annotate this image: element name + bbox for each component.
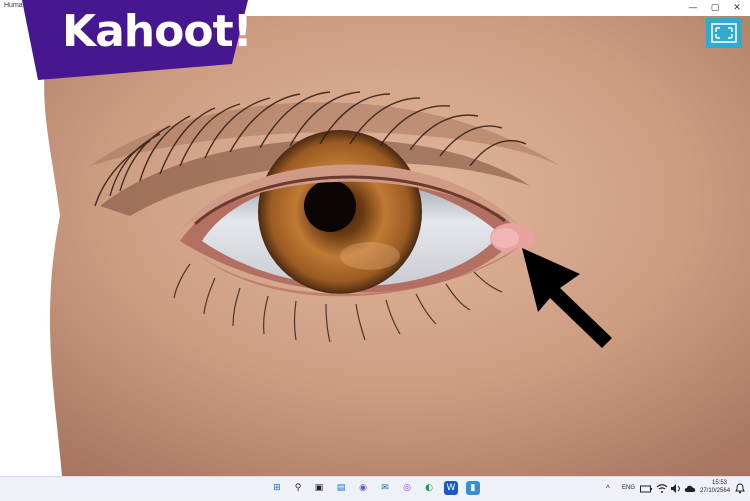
mail-app[interactable]: ✉: [378, 481, 392, 495]
windows-icon: ⊞: [273, 483, 281, 493]
eye-illustration: [0, 16, 750, 476]
close-icon: ✕: [733, 3, 741, 13]
volume-icon[interactable]: [670, 483, 682, 494]
active-app[interactable]: ▮: [466, 481, 480, 495]
eye-svg: [0, 16, 750, 476]
battery-icon[interactable]: [640, 484, 652, 494]
minimize-icon: —: [688, 3, 698, 13]
start-button[interactable]: ⊞: [270, 481, 284, 495]
widgets-icon: ▤: [336, 483, 346, 493]
chat-button[interactable]: ◉: [356, 481, 370, 495]
chat-icon: ◉: [359, 483, 367, 493]
search-icon: ⚲: [294, 483, 302, 493]
maximize-icon: ▢: [710, 3, 720, 13]
mail-icon: ✉: [381, 483, 389, 493]
cloud-icon[interactable]: [684, 483, 696, 494]
tray-chevron-icon[interactable]: ^: [606, 484, 610, 493]
search-button[interactable]: ⚲: [291, 481, 305, 495]
close-button[interactable]: ✕: [726, 0, 748, 16]
minimize-button[interactable]: —: [682, 0, 704, 16]
messenger-app[interactable]: ◎: [400, 481, 414, 495]
maximize-button[interactable]: ▢: [704, 0, 726, 16]
edge-app[interactable]: ◐: [422, 481, 436, 495]
kahoot-logo-text: Kahoot!: [62, 6, 253, 57]
fullscreen-icon: [711, 23, 737, 43]
task-view-icon: ▣: [314, 483, 324, 493]
clock-date[interactable]: 27/10/2564: [700, 488, 730, 494]
messenger-icon: ◎: [403, 483, 411, 493]
language-indicator[interactable]: ENG: [622, 485, 635, 491]
notification-icon[interactable]: [735, 483, 745, 494]
app-icon: ▮: [470, 483, 476, 493]
fullscreen-button[interactable]: [706, 18, 742, 48]
taskbar: ⊞ ⚲ ▣ ▤ ◉ ✉ ◎ ◐ W ▮ ^ ENG 15:53 27/10/25…: [0, 476, 750, 501]
word-icon: W: [446, 483, 456, 493]
widgets-button[interactable]: ▤: [334, 481, 348, 495]
clock-time[interactable]: 15:53: [712, 480, 727, 486]
word-app[interactable]: W: [444, 481, 458, 495]
task-view-button[interactable]: ▣: [312, 481, 326, 495]
edge-icon: ◐: [425, 483, 433, 493]
wifi-icon[interactable]: [656, 483, 668, 494]
kahoot-logo: Kahoot!: [0, 0, 253, 80]
